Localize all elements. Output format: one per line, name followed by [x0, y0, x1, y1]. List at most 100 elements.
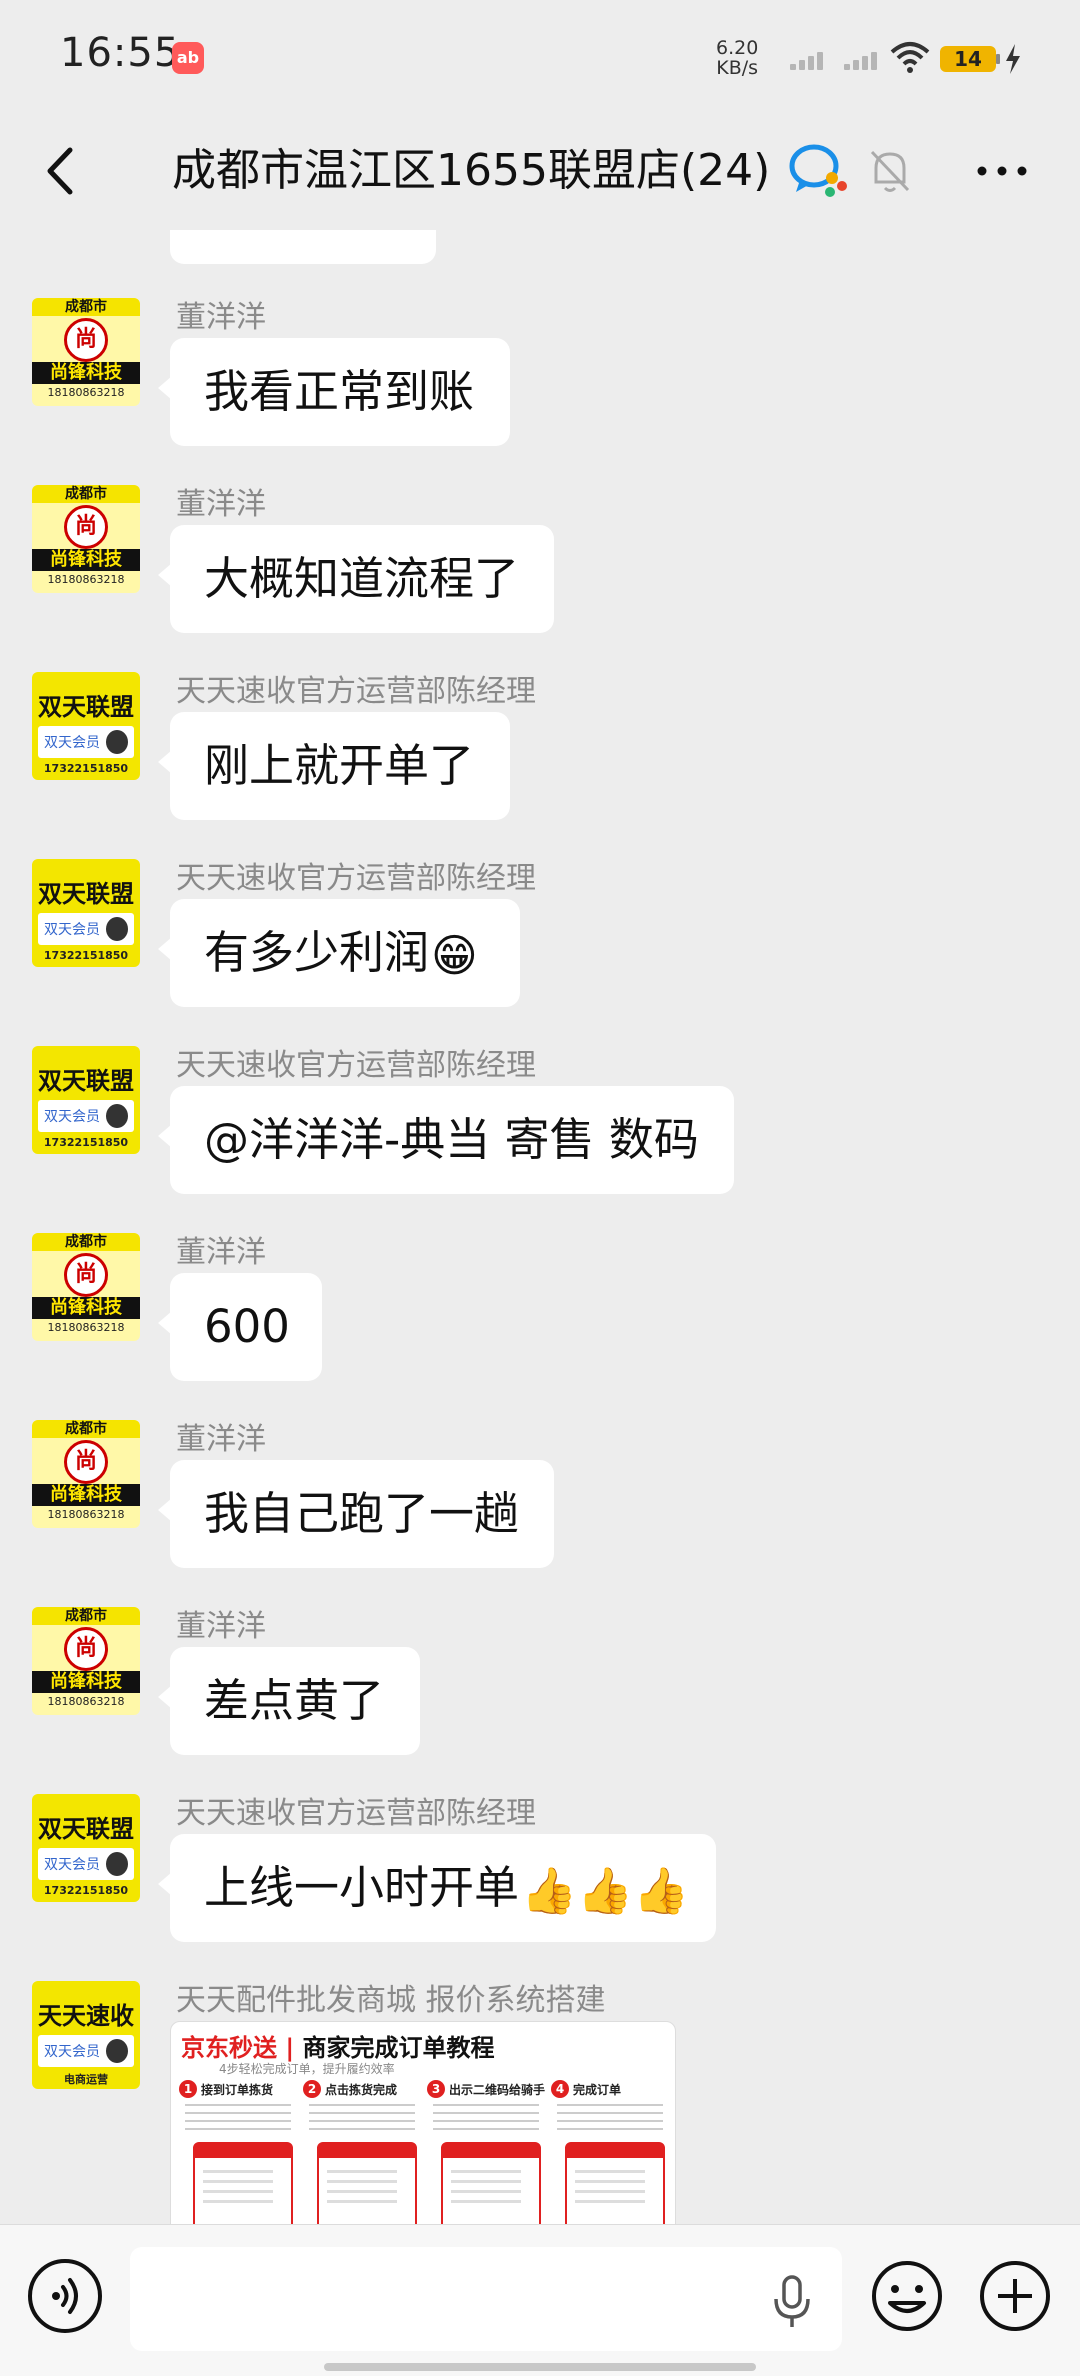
avatar[interactable]: 成都市尚尚锋科技 18180863218 [32, 1233, 140, 1341]
avatar[interactable]: 双天联盟 双天会员 17322151850 [32, 672, 140, 780]
message-text: 刚上就开单了 [204, 739, 475, 792]
avatar-brand: 双天联盟 [38, 1067, 134, 1095]
avatar-card-label: 双天会员 [44, 735, 100, 751]
network-speed-value: 6.20 [716, 37, 759, 59]
message-text: 上线一小时开单 [204, 1861, 520, 1914]
avatar-phone: 18180863218 [47, 573, 125, 586]
voice-mode-button[interactable] [28, 2259, 102, 2333]
signal-icon [790, 50, 826, 70]
avatar-seal: 尚 [64, 1627, 108, 1671]
avatar[interactable]: 双天联盟 双天会员 17322151850 [32, 859, 140, 967]
avatar-phone: 18180863218 [47, 1508, 125, 1521]
avatar-brand: 尚锋科技 [32, 549, 140, 571]
message-bubble[interactable]: 我看正常到账 [158, 338, 510, 446]
avatar-phone: 18180863218 [47, 1695, 125, 1708]
avatar-person-icon [106, 2039, 128, 2063]
avatar-phone: 电商运营 [64, 2073, 108, 2086]
image-steps: 1 接到订单拣货 2 点击拣货完成 3 出示二维码给骑手 4 完成订单 [179, 2080, 669, 2224]
avatar-brand: 双天联盟 [38, 1815, 134, 1843]
avatar[interactable]: 双天联盟双天会员 17322151850 [32, 1046, 140, 1154]
more-actions-button[interactable] [978, 2259, 1052, 2333]
sender-name: 董洋洋 [176, 487, 266, 522]
sender-name: 天天速收官方运营部陈经理 [176, 1048, 536, 1083]
avatar-card-label: 双天会员 [44, 2044, 100, 2060]
emoji-icon: 😁 [431, 929, 478, 982]
message-bubble[interactable]: 我自己跑了一趟 [158, 1460, 554, 1568]
avatar-seal: 尚 [64, 318, 108, 362]
network-speed: 6.20 KB/s [716, 38, 758, 78]
more-options-button[interactable] [972, 146, 1032, 196]
image-step: 4 完成订单 [551, 2080, 669, 2224]
avatar[interactable]: 成都市尚尚锋科技 18180863218 [32, 1607, 140, 1715]
bubble-tail [158, 937, 172, 961]
avatar-city: 成都市 [32, 1607, 140, 1625]
bubble-tail [158, 750, 172, 774]
avatar-phone: 17322151850 [43, 1136, 129, 1149]
message-bubble[interactable]: 600 [158, 1273, 322, 1381]
step-number-icon: 2 [303, 2080, 321, 2098]
image-brand: 京东秒送 [181, 2034, 277, 2062]
message-list[interactable]: 成都市尚尚锋科技 18180863218 董洋洋 我看正常到账 成都市尚尚锋科技 1818… [0, 230, 1080, 2224]
avatar-seal: 尚 [64, 1440, 108, 1484]
message-text: 有多少利润 [204, 926, 430, 979]
avatar[interactable]: 成都市尚尚锋科技 18180863218 [32, 1420, 140, 1528]
bubble-tail [158, 1685, 172, 1709]
avatar-brand: 天天速收 [38, 2002, 134, 2030]
step-number-icon: 3 [427, 2080, 445, 2098]
avatar-card: 双天会员 [38, 1848, 134, 1880]
image-step: 1 接到订单拣货 [179, 2080, 297, 2224]
avatar-seal: 尚 [64, 505, 108, 549]
back-button[interactable] [36, 136, 96, 206]
emoji-icon: 👍👍👍 [521, 1864, 690, 1917]
message-bubble[interactable]: @洋洋洋-典当 寄售 数码 [158, 1086, 734, 1194]
avatar[interactable]: 成都市尚尚锋科技 18180863218 [32, 298, 140, 406]
network-speed-unit: KB/s [716, 57, 759, 79]
avatar-city: 成都市 [32, 1420, 140, 1438]
message-bubble-partial[interactable] [170, 230, 436, 264]
avatar-card-label: 双天会员 [44, 1109, 100, 1125]
step-description [185, 2104, 291, 2134]
message-text: 我自己跑了一趟 [204, 1487, 520, 1540]
message-bubble[interactable]: 大概知道流程了 [158, 525, 554, 633]
step-description [557, 2104, 663, 2134]
app-notification-icon: ab [172, 42, 204, 74]
avatar[interactable]: 天天速收双天会员电商运营 [32, 1981, 140, 2089]
avatar-phone: 17322151850 [43, 949, 129, 962]
image-message[interactable]: 京东秒送 | 商家完成订单教程 4步轻松完成订单，提升履约效率 1 接到订单拣货 2 点击… [170, 2021, 676, 2224]
sender-name: 董洋洋 [176, 1609, 266, 1644]
chat-title: 成都市温江区1655联盟店(24) [172, 145, 771, 196]
message-bubble[interactable]: 有多少利润😁 [158, 899, 520, 1007]
sender-name: 董洋洋 [176, 1235, 266, 1270]
bubble-tail [158, 376, 172, 400]
step-number-icon: 1 [179, 2080, 197, 2098]
avatar-person-icon [106, 1852, 128, 1876]
message-bubble[interactable]: 差点黄了 [158, 1647, 420, 1755]
microphone-icon[interactable] [770, 2273, 814, 2331]
avatar[interactable]: 双天联盟双天会员 17322151850 [32, 1794, 140, 1902]
message-bubble[interactable]: 上线一小时开单👍👍👍 [158, 1834, 716, 1942]
avatar-city: 成都市 [32, 298, 140, 316]
avatar-phone: 18180863218 [47, 1321, 125, 1334]
image-heading: 商家完成订单教程 [302, 2034, 495, 2062]
emoji-button[interactable] [870, 2259, 944, 2333]
avatar[interactable]: 成都市尚尚锋科技 18180863218 [32, 485, 140, 593]
image-step: 2 点击拣货完成 [303, 2080, 421, 2224]
avatar-card: 双天会员 [38, 913, 134, 945]
message-text: 我看正常到账 [204, 365, 475, 418]
avatar-city: 成都市 [32, 1233, 140, 1251]
group-chat-icon[interactable] [788, 140, 850, 198]
step-number-icon: 4 [551, 2080, 569, 2098]
avatar-card-label: 双天会员 [44, 922, 100, 938]
bubble-tail [158, 563, 172, 587]
step-label: 接到订单拣货 [201, 2083, 274, 2097]
step-label: 完成订单 [573, 2083, 622, 2097]
sender-name: 天天速收官方运营部陈经理 [176, 861, 536, 896]
message-bubble[interactable]: 刚上就开单了 [158, 712, 510, 820]
phone-screenshot [441, 2142, 541, 2224]
home-indicator[interactable] [324, 2363, 756, 2371]
message-input[interactable] [130, 2247, 842, 2351]
sender-name: 天天配件批发商城 报价系统搭建 [176, 1983, 606, 2018]
sender-name: 董洋洋 [176, 1422, 266, 1457]
avatar-phone: 17322151850 [43, 1884, 129, 1897]
charging-icon [1006, 44, 1020, 74]
